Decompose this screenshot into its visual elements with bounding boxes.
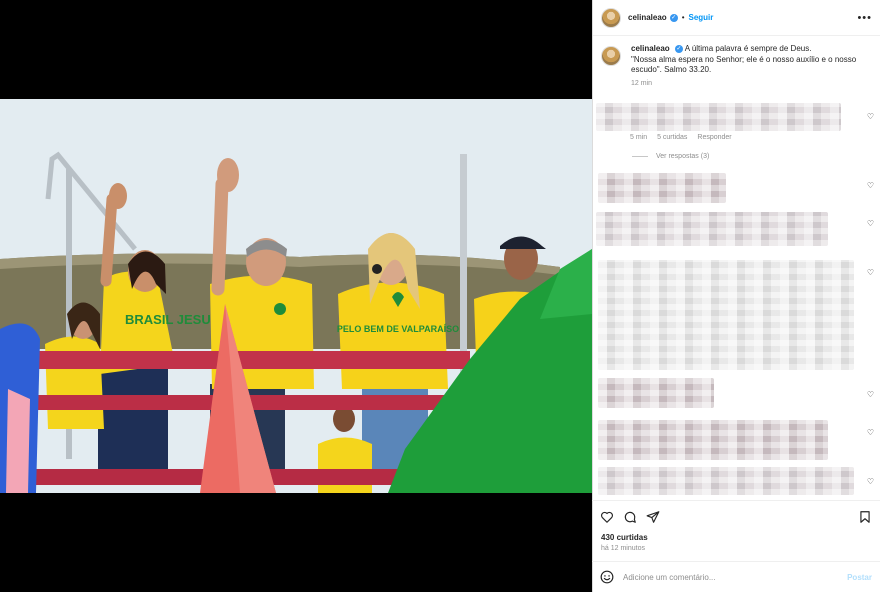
share-icon[interactable]	[646, 510, 660, 524]
post-caption: celinaleao ✓ A última palavra é sempre d…	[601, 44, 872, 89]
comment-likes[interactable]: 5 curtidas	[657, 134, 687, 141]
blurred-comment	[596, 103, 841, 131]
caption-text-line1: A última palavra é sempre de Deus.	[684, 44, 812, 53]
post-media[interactable]: BRASIL JESUS PELO BEM DE VALPARAÍSO	[0, 0, 592, 592]
blurred-comment	[598, 420, 828, 460]
separator-dot: •	[681, 13, 685, 22]
blurred-comment	[598, 467, 854, 495]
likes-count[interactable]: 430 curtidas	[601, 533, 648, 542]
comment-like-heart-icon[interactable]: ♡	[867, 428, 874, 437]
caption-text-line2: "Nossa alma espera no Senhor; ele é o no…	[631, 54, 857, 64]
comment-composer: Postar	[592, 561, 880, 592]
comment-input[interactable]	[623, 572, 848, 582]
comment-like-heart-icon[interactable]: ♡	[867, 390, 874, 399]
shirt-text-center: PELO BEM DE VALPARAÍSO	[337, 324, 459, 334]
caption-avatar[interactable]	[601, 46, 621, 66]
post-comment-button[interactable]: Postar	[847, 573, 872, 582]
view-replies-label: Ver respostas (3)	[656, 153, 710, 160]
comment-meta: 5 min 5 curtidas Responder	[630, 134, 740, 141]
emoji-icon[interactable]	[600, 570, 614, 584]
reply-button[interactable]: Responder	[697, 134, 731, 141]
blurred-comment	[596, 212, 828, 246]
post-photo[interactable]: BRASIL JESUS PELO BEM DE VALPARAÍSO	[0, 99, 592, 493]
comment-like-heart-icon[interactable]: ♡	[867, 268, 874, 277]
shirt-text-left: BRASIL JESUS	[125, 312, 220, 327]
action-bar	[592, 500, 880, 536]
comment-like-heart-icon[interactable]: ♡	[867, 477, 874, 486]
caption-time: 12 min	[631, 79, 653, 87]
posted-ago: há 12 minutos	[601, 545, 645, 552]
more-horizontal-icon[interactable]: •••	[857, 12, 872, 23]
caption-verified-icon: ✓	[674, 44, 683, 53]
comment-like-heart-icon[interactable]: ♡	[867, 181, 874, 190]
caption-username[interactable]: celinaleao	[631, 44, 670, 53]
bookmark-icon[interactable]	[858, 510, 872, 524]
post-header: celinaleao ✓ • Seguir •••	[593, 0, 880, 36]
follow-button[interactable]: Seguir	[689, 13, 714, 22]
blurred-comment	[598, 173, 726, 203]
header-username[interactable]: celinaleao	[628, 13, 667, 22]
blurred-comment	[598, 260, 854, 370]
view-replies-button[interactable]: Ver respostas (3)	[632, 153, 709, 160]
caption-text-line3: escudo". Salmo 33.20.	[631, 65, 712, 74]
comment-time: 5 min	[630, 134, 648, 141]
pole-right	[460, 154, 467, 374]
avatar[interactable]	[601, 7, 621, 28]
comment-icon[interactable]	[623, 510, 637, 524]
comment-like-heart-icon[interactable]: ♡	[867, 112, 874, 121]
blurred-comment	[598, 378, 714, 408]
heart-icon[interactable]	[600, 510, 614, 524]
rally-photo: BRASIL JESUS PELO BEM DE VALPARAÍSO	[0, 99, 592, 493]
instagram-post-viewer: BRASIL JESUS PELO BEM DE VALPARAÍSO celi…	[0, 0, 880, 592]
comment-like-heart-icon[interactable]: ♡	[867, 219, 874, 228]
verified-badge-icon: ✓	[669, 13, 678, 22]
